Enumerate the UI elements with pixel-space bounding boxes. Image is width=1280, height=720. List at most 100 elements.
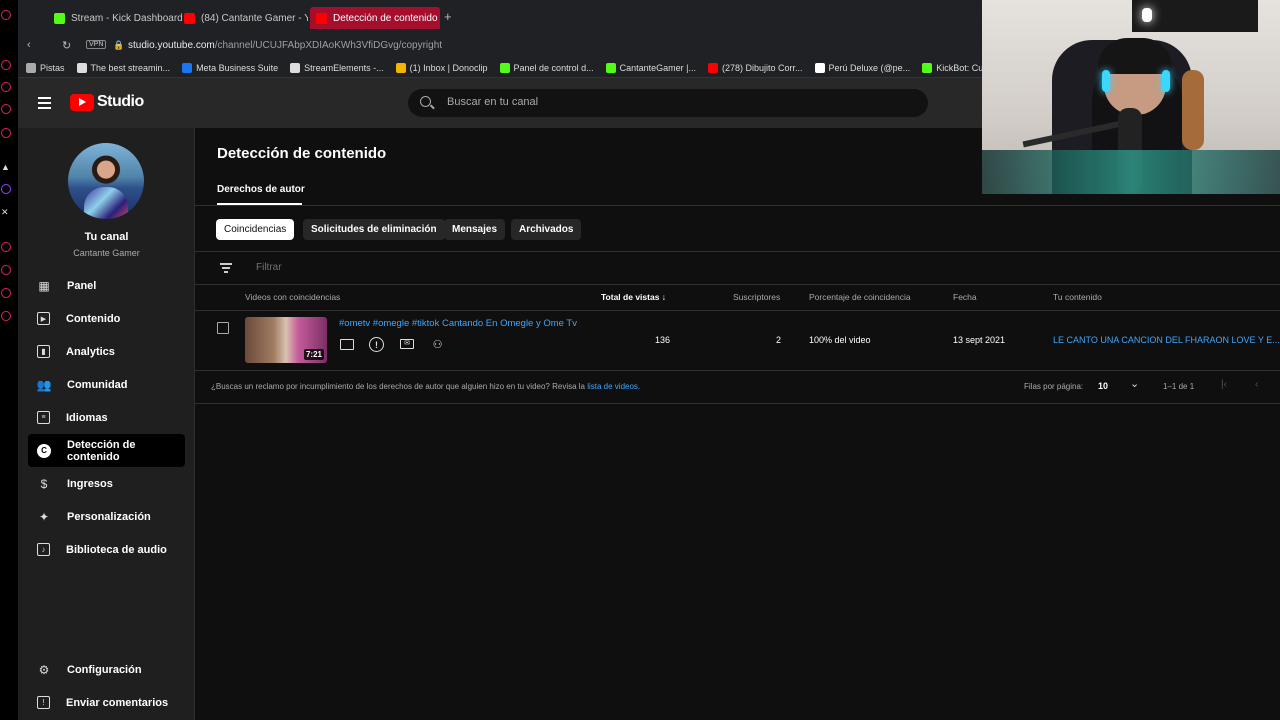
app-icon[interactable] (1, 311, 11, 321)
video-title-link[interactable]: #ometv #omegle #tiktok Cantando En Omegl… (339, 318, 577, 329)
video-list-link[interactable]: lista de videos. (587, 382, 640, 391)
kick-icon (922, 62, 933, 73)
rows-per-page-select[interactable]: 10 (1098, 381, 1108, 391)
bookmark[interactable]: (1) Inbox | Donoclip (395, 62, 488, 73)
filter-icon[interactable] (220, 263, 232, 273)
previous-page-icon[interactable]: ‹ (1255, 379, 1258, 390)
streamelements-icon (290, 62, 301, 73)
divider (195, 251, 1280, 252)
chip-coincidencias[interactable]: Coincidencias (216, 219, 295, 240)
content-icon: ▶ (37, 312, 50, 325)
kick-app-icon[interactable]: ▲ (1, 162, 10, 172)
search-input[interactable]: Buscar en tu canal (408, 89, 928, 117)
sidebar-item-configuracion[interactable]: ⚙ Configuración (28, 653, 185, 686)
youtube-icon (707, 62, 718, 73)
bookmark[interactable]: The best streamin... (76, 62, 170, 73)
sidebar-item-label: Panel (67, 279, 97, 292)
row-checkbox[interactable] (217, 322, 229, 334)
sidebar-item-ingresos[interactable]: $ Ingresos (28, 467, 185, 500)
sort-arrow-icon: ↓ (661, 292, 667, 302)
sidebar-item-analytics[interactable]: ▮ Analytics (28, 335, 185, 368)
bookmark[interactable]: Panel de control d... (499, 62, 594, 73)
app-icon[interactable] (1, 60, 11, 70)
subtitles-icon: ≡ (37, 411, 50, 424)
divider (195, 310, 1280, 311)
reload-icon[interactable]: ↻ (62, 39, 71, 52)
filter-input[interactable]: Filtrar (256, 262, 282, 273)
column-header-match[interactable]: Porcentaje de coincidencia (809, 292, 911, 302)
menu-icon[interactable] (38, 97, 51, 109)
kick-icon (605, 62, 616, 73)
tab-derechos-de-autor[interactable]: Derechos de autor (217, 184, 305, 195)
kick-icon (499, 62, 510, 73)
analytics-icon: ▮ (37, 345, 50, 358)
back-icon[interactable]: ‹ (27, 39, 31, 51)
app-icon[interactable] (1, 82, 11, 92)
browser-tab[interactable]: Stream - Kick Dashboard (48, 7, 198, 29)
chevron-down-icon[interactable]: ⌄ (1130, 377, 1139, 390)
bookmarks-bar: Pistas The best streamin... Meta Busines… (18, 58, 982, 78)
sidebar-item-label: Biblioteca de audio (66, 543, 167, 556)
sidebar-item-biblioteca[interactable]: ♪ Biblioteca de audio (28, 533, 185, 566)
vpn-badge[interactable]: VPN (86, 40, 107, 49)
divider (195, 205, 1280, 206)
twitch-app-icon[interactable] (1, 184, 11, 194)
column-header-date[interactable]: Fecha (953, 292, 977, 302)
bookmark[interactable]: KickBot: Cu (922, 62, 982, 73)
user-icon[interactable]: ⚇ (430, 337, 445, 352)
gear-icon: ⚙ (38, 662, 50, 677)
sidebar-item-panel[interactable]: ▦ Panel (28, 269, 185, 302)
app-icon[interactable] (1, 288, 11, 298)
bookmark-label: Pistas (40, 62, 65, 73)
bookmark-label: StreamElements -... (304, 62, 384, 73)
alert-icon[interactable]: ! (369, 337, 384, 352)
bookmark[interactable]: CantanteGamer |... (605, 62, 696, 73)
divider (195, 284, 1280, 285)
bookmark[interactable]: Perú Deluxe (@pe... (814, 62, 910, 73)
lock-icon[interactable]: 🔒 (113, 40, 124, 51)
magic-wand-icon: ✦ (38, 509, 50, 524)
chip-solicitudes[interactable]: Solicitudes de eliminación (303, 219, 445, 240)
bookmark[interactable]: Meta Business Suite (182, 62, 279, 73)
sidebar-item-personalizacion[interactable]: ✦ Personalización (28, 500, 185, 533)
channel-avatar[interactable] (68, 143, 144, 219)
video-thumbnail[interactable]: 7:21 (245, 317, 327, 363)
x-app-icon[interactable]: ✕ (1, 207, 9, 218)
bookmark[interactable]: Pistas (26, 62, 65, 73)
your-content-link[interactable]: LE CANTO UNA CANCION DEL FHARAON LOVE Y … (1053, 335, 1280, 345)
app-icon[interactable] (1, 265, 11, 275)
sidebar-item-comentarios[interactable]: ! Enviar comentarios (28, 686, 185, 719)
column-header-subscribers[interactable]: Suscriptores (733, 292, 780, 302)
channel-handle: Cantante Gamer (73, 248, 140, 258)
app-icon[interactable] (1, 128, 11, 138)
divider (194, 128, 195, 720)
bookmark[interactable]: (278) Dibujito Corr... (707, 62, 803, 73)
folder-icon[interactable] (340, 339, 354, 350)
match-date: 13 sept 2021 (953, 335, 1006, 345)
dollar-icon: $ (40, 476, 48, 491)
chip-archivados[interactable]: Archivados (511, 219, 582, 240)
sidebar-item-label: Personalización (67, 510, 151, 523)
studio-logo[interactable]: Studio (70, 93, 144, 111)
bookmark-label: (278) Dibujito Corr... (721, 62, 803, 73)
bookmark-label: Meta Business Suite (196, 62, 279, 73)
bookmark[interactable]: StreamElements -... (290, 62, 384, 73)
first-page-icon[interactable]: |‹ (1221, 379, 1227, 390)
mail-icon[interactable]: ✉ (400, 339, 414, 349)
url-field[interactable]: studio.youtube.com/channel/UCUJFAbpXDIAo… (128, 40, 442, 51)
browser-tab-active[interactable]: Detección de contenido - (310, 7, 440, 29)
app-icon[interactable] (1, 242, 11, 252)
sidebar-item-comunidad[interactable]: 👥 Comunidad (28, 368, 185, 401)
new-tab-button[interactable]: + (444, 9, 452, 24)
column-header-views[interactable]: Total de vistas ↓ (601, 292, 666, 302)
browser-tab[interactable]: (84) Cantante Gamer - Yo (178, 7, 308, 29)
app-icon[interactable] (1, 104, 11, 114)
sidebar-item-idiomas[interactable]: ≡ Idiomas (28, 401, 185, 434)
app-icon[interactable] (1, 10, 11, 20)
youtube-logo-icon (70, 93, 94, 111)
bookmark-label: Panel de control d... (513, 62, 594, 73)
sidebar-item-deteccion[interactable]: C Detección de contenido (28, 434, 185, 467)
chip-mensajes[interactable]: Mensajes (444, 219, 506, 240)
page-title: Detección de contenido (217, 145, 387, 162)
sidebar-item-contenido[interactable]: ▶ Contenido (28, 302, 185, 335)
